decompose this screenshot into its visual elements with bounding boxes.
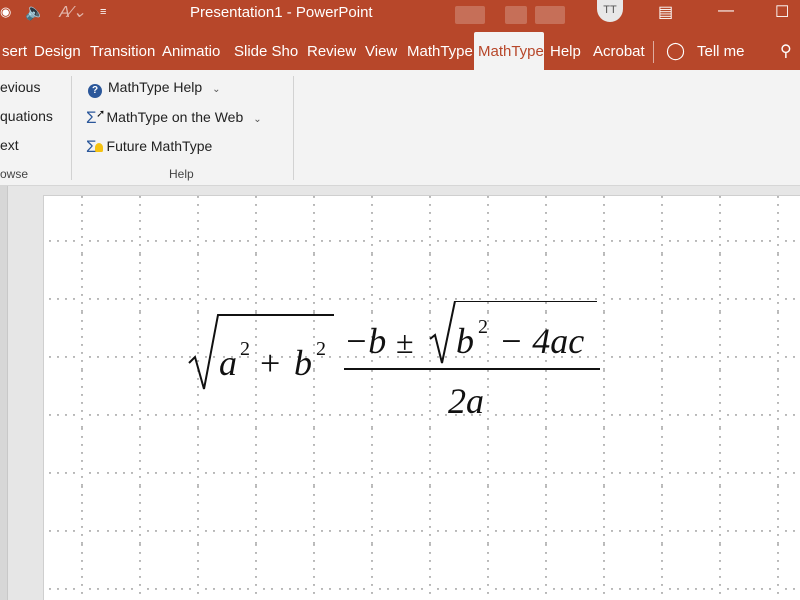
future-mathtype-label: Future MathType [106, 138, 213, 154]
inner-b-exponent: 2 [478, 316, 488, 338]
redacted-block [505, 6, 527, 24]
tab-mathtype-active[interactable]: MathType [474, 32, 544, 70]
tab-divider [653, 41, 654, 63]
ribbon-tabs: sert Design Transition Animatio Slide Sh… [0, 32, 800, 70]
chevron-down-icon[interactable]: ⌄ [212, 84, 220, 95]
inner-b: b [456, 321, 474, 361]
qat-dropdown-icon[interactable]: ≡ [100, 6, 106, 18]
radicand-a-exponent: 2 [240, 338, 250, 360]
tab-animations[interactable]: Animatio [162, 43, 228, 60]
mathtype-help-label: MathType Help [108, 79, 203, 95]
thumbnail-pane-edge[interactable] [0, 186, 8, 600]
minimize-icon[interactable]: — [718, 2, 734, 20]
mathtype-web-button[interactable]: Σ ➚ MathType on the Web ⌄ [86, 108, 262, 128]
tab-transitions[interactable]: Transition [90, 43, 155, 60]
maximize-icon[interactable]: ☐ [775, 2, 789, 22]
window-title: Presentation1 - PowerPoint [190, 4, 373, 21]
tab-view[interactable]: View [365, 43, 397, 60]
sigma-arrow-icon: Σ ➚ [86, 108, 106, 127]
future-mathtype-button[interactable]: Σ Future MathType [86, 137, 212, 157]
group-divider [71, 76, 72, 180]
title-bar: ◉ 🔈 A⁄⌄ ≡ Presentation1 - PowerPoint TT … [0, 0, 800, 32]
previous-equation-button[interactable]: evious [0, 79, 40, 95]
ribbon-panel: evious quations ext owse ? MathType Help ⌄… [0, 70, 800, 186]
mathtype-help-button[interactable]: ? MathType Help ⌄ [88, 79, 221, 98]
tab-insert[interactable]: sert [2, 43, 27, 60]
slide-canvas[interactable]: a 2 + b 2 −b ± b 2 − 4ac 2a [43, 195, 800, 600]
help-circle-icon: ? [88, 84, 102, 98]
browse-group-label: owse [0, 167, 29, 181]
plus-minus-sign: ± [396, 324, 414, 360]
tab-acrobat[interactable]: Acrobat [593, 43, 645, 60]
next-equation-button[interactable]: quations [0, 108, 53, 124]
present-icon[interactable]: ◉ [0, 4, 11, 20]
help-group-label: Help [169, 167, 194, 181]
share-icon[interactable]: ⚲ [780, 41, 792, 61]
chevron-down-icon[interactable]: ⌄ [253, 114, 261, 125]
math-equation[interactable]: a 2 + b 2 −b ± b 2 − 4ac 2a [184, 301, 654, 431]
ribbon-display-icon[interactable]: ▤ [658, 2, 673, 22]
tab-help[interactable]: Help [550, 43, 581, 60]
redacted-block [535, 6, 565, 24]
account-avatar[interactable]: TT [597, 0, 623, 22]
tab-design[interactable]: Design [34, 43, 81, 60]
numerator-minus-b: −b [344, 321, 386, 361]
inner-rest: − 4ac [499, 321, 584, 361]
quick-access-toolbar: ◉ 🔈 A⁄⌄ ≡ [0, 0, 120, 24]
group-divider [293, 76, 294, 180]
font-size-icon[interactable]: A⁄⌄ [59, 2, 86, 22]
plus-sign: + [260, 343, 280, 383]
mathtype-web-label: MathType on the Web [106, 109, 244, 125]
denominator: 2a [448, 381, 484, 421]
lightbulb-icon[interactable]: ◯ [666, 41, 685, 61]
sigma-bulb-icon: Σ [86, 137, 103, 157]
radicand-b-exponent: 2 [316, 338, 326, 360]
tab-slide-show[interactable]: Slide Sho [234, 43, 298, 60]
radicand-b: b [294, 343, 312, 383]
speaker-icon[interactable]: 🔈 [25, 2, 45, 22]
next-button[interactable]: ext [0, 137, 19, 153]
tab-mathtype[interactable]: MathType [407, 43, 473, 60]
redacted-block [455, 6, 485, 24]
tell-me-search[interactable]: Tell me [697, 43, 745, 60]
tab-review[interactable]: Review [307, 43, 356, 60]
radicand-a: a [219, 343, 237, 383]
